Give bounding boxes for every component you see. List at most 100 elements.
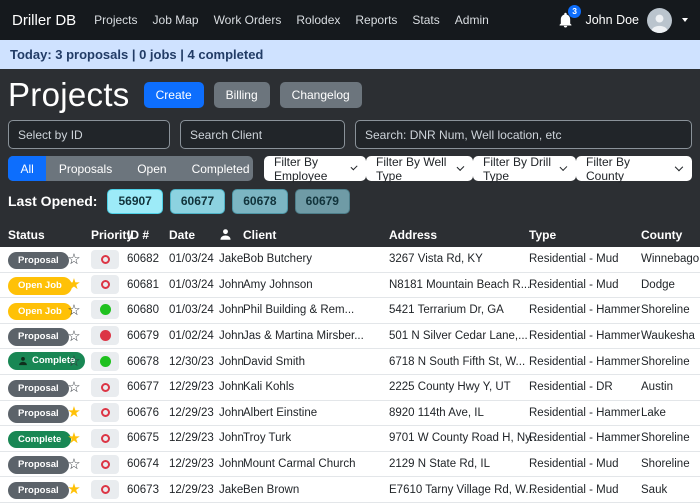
priority-dot-icon [99, 355, 111, 367]
project-id: 60676 [127, 406, 159, 419]
table-row[interactable]: Open Job ★ 60681 01/03/24 John Amy Johnson N81… [0, 273, 700, 299]
nav-link-rolodex[interactable]: Rolodex [296, 13, 340, 27]
star-cell: ☆ [63, 457, 85, 472]
nav-link-work-orders[interactable]: Work Orders [214, 13, 282, 27]
billing-button[interactable]: Billing [213, 82, 270, 108]
chevron-down-icon[interactable] [682, 18, 688, 22]
page-actions: Create Billing Changelog [143, 82, 362, 108]
col-status[interactable]: Status [8, 228, 63, 242]
app-brand[interactable]: Driller DB [12, 12, 76, 29]
status-badge[interactable]: Proposal [8, 456, 69, 474]
priority-button[interactable] [91, 480, 119, 500]
filter-dropdown-filter-by-drill-type[interactable]: Filter By Drill Type [473, 155, 576, 183]
status-cell: Open Job [8, 275, 72, 295]
notifications-button[interactable]: 3 [558, 5, 582, 28]
search-client-input[interactable] [180, 120, 345, 149]
filter-tab-all[interactable]: All [8, 156, 47, 181]
table-row[interactable]: Complete ☆ 60678 12/30/23 John David Smith 671… [0, 349, 700, 375]
priority-dot-icon [99, 304, 111, 316]
status-badge[interactable]: Proposal [8, 379, 69, 398]
select-by-id-input[interactable] [8, 120, 170, 149]
filter-tab-proposals[interactable]: Proposals [46, 156, 124, 181]
employee-name: John [219, 432, 244, 445]
priority-button[interactable] [91, 403, 119, 423]
priority-ring-icon [100, 408, 110, 418]
filter-dropdown-filter-by-employee[interactable]: Filter By Employee [264, 155, 366, 183]
project-id: 60680 [127, 304, 159, 317]
changelog-button[interactable]: Changelog [279, 82, 362, 108]
table-row[interactable]: Proposal ☆ 60682 01/03/24 Jake Bob Butchery 32… [0, 247, 700, 273]
last-opened-chip-56907[interactable]: 56907 [107, 188, 163, 214]
table-row[interactable]: Proposal ☆ 60679 01/02/24 John Jas & Martina … [0, 324, 700, 350]
col-priority[interactable]: Priority [85, 228, 133, 242]
project-date: 12/29/23 [169, 432, 214, 445]
create-button[interactable]: Create [143, 82, 204, 108]
filter-tab-completed[interactable]: Completed [179, 156, 253, 181]
well-type: Residential - Mud [529, 483, 619, 496]
col-assignee[interactable] [213, 228, 237, 241]
priority-cell [85, 300, 121, 320]
top-navbar: Driller DB Projects Job Map Work Orders Rol… [0, 0, 700, 40]
status-badge[interactable]: Proposal [8, 328, 69, 346]
col-address[interactable]: Address [383, 228, 523, 242]
star-outline-icon[interactable]: ☆ [67, 329, 80, 344]
priority-button[interactable] [91, 300, 119, 320]
last-opened-chip-60677[interactable]: 60677 [169, 188, 226, 214]
priority-button[interactable] [91, 326, 119, 346]
priority-button[interactable] [91, 377, 119, 397]
star-filled-icon[interactable]: ★ [67, 431, 80, 446]
priority-button[interactable] [91, 249, 119, 269]
col-id[interactable]: ID # [121, 228, 163, 242]
client-name: Amy Johnson [243, 278, 313, 291]
priority-button[interactable] [91, 351, 119, 371]
col-client[interactable]: Client [237, 228, 383, 242]
star-filled-icon[interactable]: ★ [67, 482, 80, 497]
star-outline-icon[interactable]: ☆ [67, 252, 80, 267]
star-outline-icon[interactable]: ☆ [67, 457, 80, 472]
client-name: Kali Kohls [243, 381, 295, 394]
county-name: Shoreline [641, 355, 690, 368]
table-row[interactable]: Proposal ☆ 60677 12/29/23 John Kali Kohls 2225… [0, 375, 700, 401]
status-badge[interactable]: Proposal [8, 405, 69, 423]
priority-cell [85, 351, 121, 372]
star-outline-icon[interactable]: ☆ [67, 354, 80, 369]
status-badge[interactable]: Complete [8, 430, 72, 449]
priority-button[interactable] [91, 275, 119, 295]
nav-link-job-map[interactable]: Job Map [153, 13, 199, 27]
last-opened-chip-60678[interactable]: 60678 [232, 188, 288, 214]
star-outline-icon[interactable]: ☆ [67, 380, 80, 395]
project-address: 2225 County Hwy Y, UT [389, 381, 511, 394]
star-outline-icon[interactable]: ☆ [67, 303, 80, 318]
table-row[interactable]: Proposal ☆ 60674 12/29/23 John Mount Carmal C… [0, 452, 700, 478]
status-badge[interactable]: Proposal [8, 481, 69, 500]
nav-link-stats[interactable]: Stats [412, 13, 439, 27]
status-badge[interactable]: Proposal [8, 251, 69, 270]
table-row[interactable]: Open Job ☆ 60680 01/03/24 John Phil Building … [0, 298, 700, 324]
last-opened-chip-60679[interactable]: 60679 [294, 188, 350, 214]
priority-button[interactable] [91, 454, 119, 474]
col-type[interactable]: Type [523, 228, 635, 242]
filter-dropdown-filter-by-county[interactable]: Filter By County [576, 155, 692, 183]
search-row [8, 120, 692, 149]
search-general-input[interactable] [355, 120, 692, 149]
table-row[interactable]: Proposal ★ 60676 12/29/23 John Albert Einstin… [0, 401, 700, 427]
nav-link-admin[interactable]: Admin [455, 13, 489, 27]
table-row[interactable]: Proposal ★ 60673 12/29/23 Jake Ben Brown E7610… [0, 477, 700, 503]
priority-button[interactable] [91, 428, 119, 448]
star-filled-icon[interactable]: ★ [67, 405, 80, 420]
col-date[interactable]: Date [163, 228, 213, 242]
project-address: 6718 N South Fifth St, W... [389, 355, 526, 368]
nav-link-projects[interactable]: Projects [94, 13, 137, 27]
filter-tab-open[interactable]: Open [125, 156, 179, 181]
filter-dropdown-filter-by-well-type[interactable]: Filter By Well Type [366, 155, 473, 183]
chevron-down-icon [674, 162, 684, 172]
projects-table-body: Proposal ☆ 60682 01/03/24 Jake Bob Butchery 32… [0, 247, 700, 503]
nav-link-reports[interactable]: Reports [355, 13, 397, 27]
user-name[interactable]: John Doe [585, 13, 639, 27]
status-badge-label: Complete [18, 433, 62, 445]
table-row[interactable]: Complete ★ 60675 12/29/23 John Troy Turk 9701 … [0, 426, 700, 452]
user-avatar[interactable] [647, 7, 672, 33]
col-county[interactable]: County [635, 228, 692, 242]
priority-cell [85, 454, 121, 474]
star-filled-icon[interactable]: ★ [67, 277, 80, 292]
